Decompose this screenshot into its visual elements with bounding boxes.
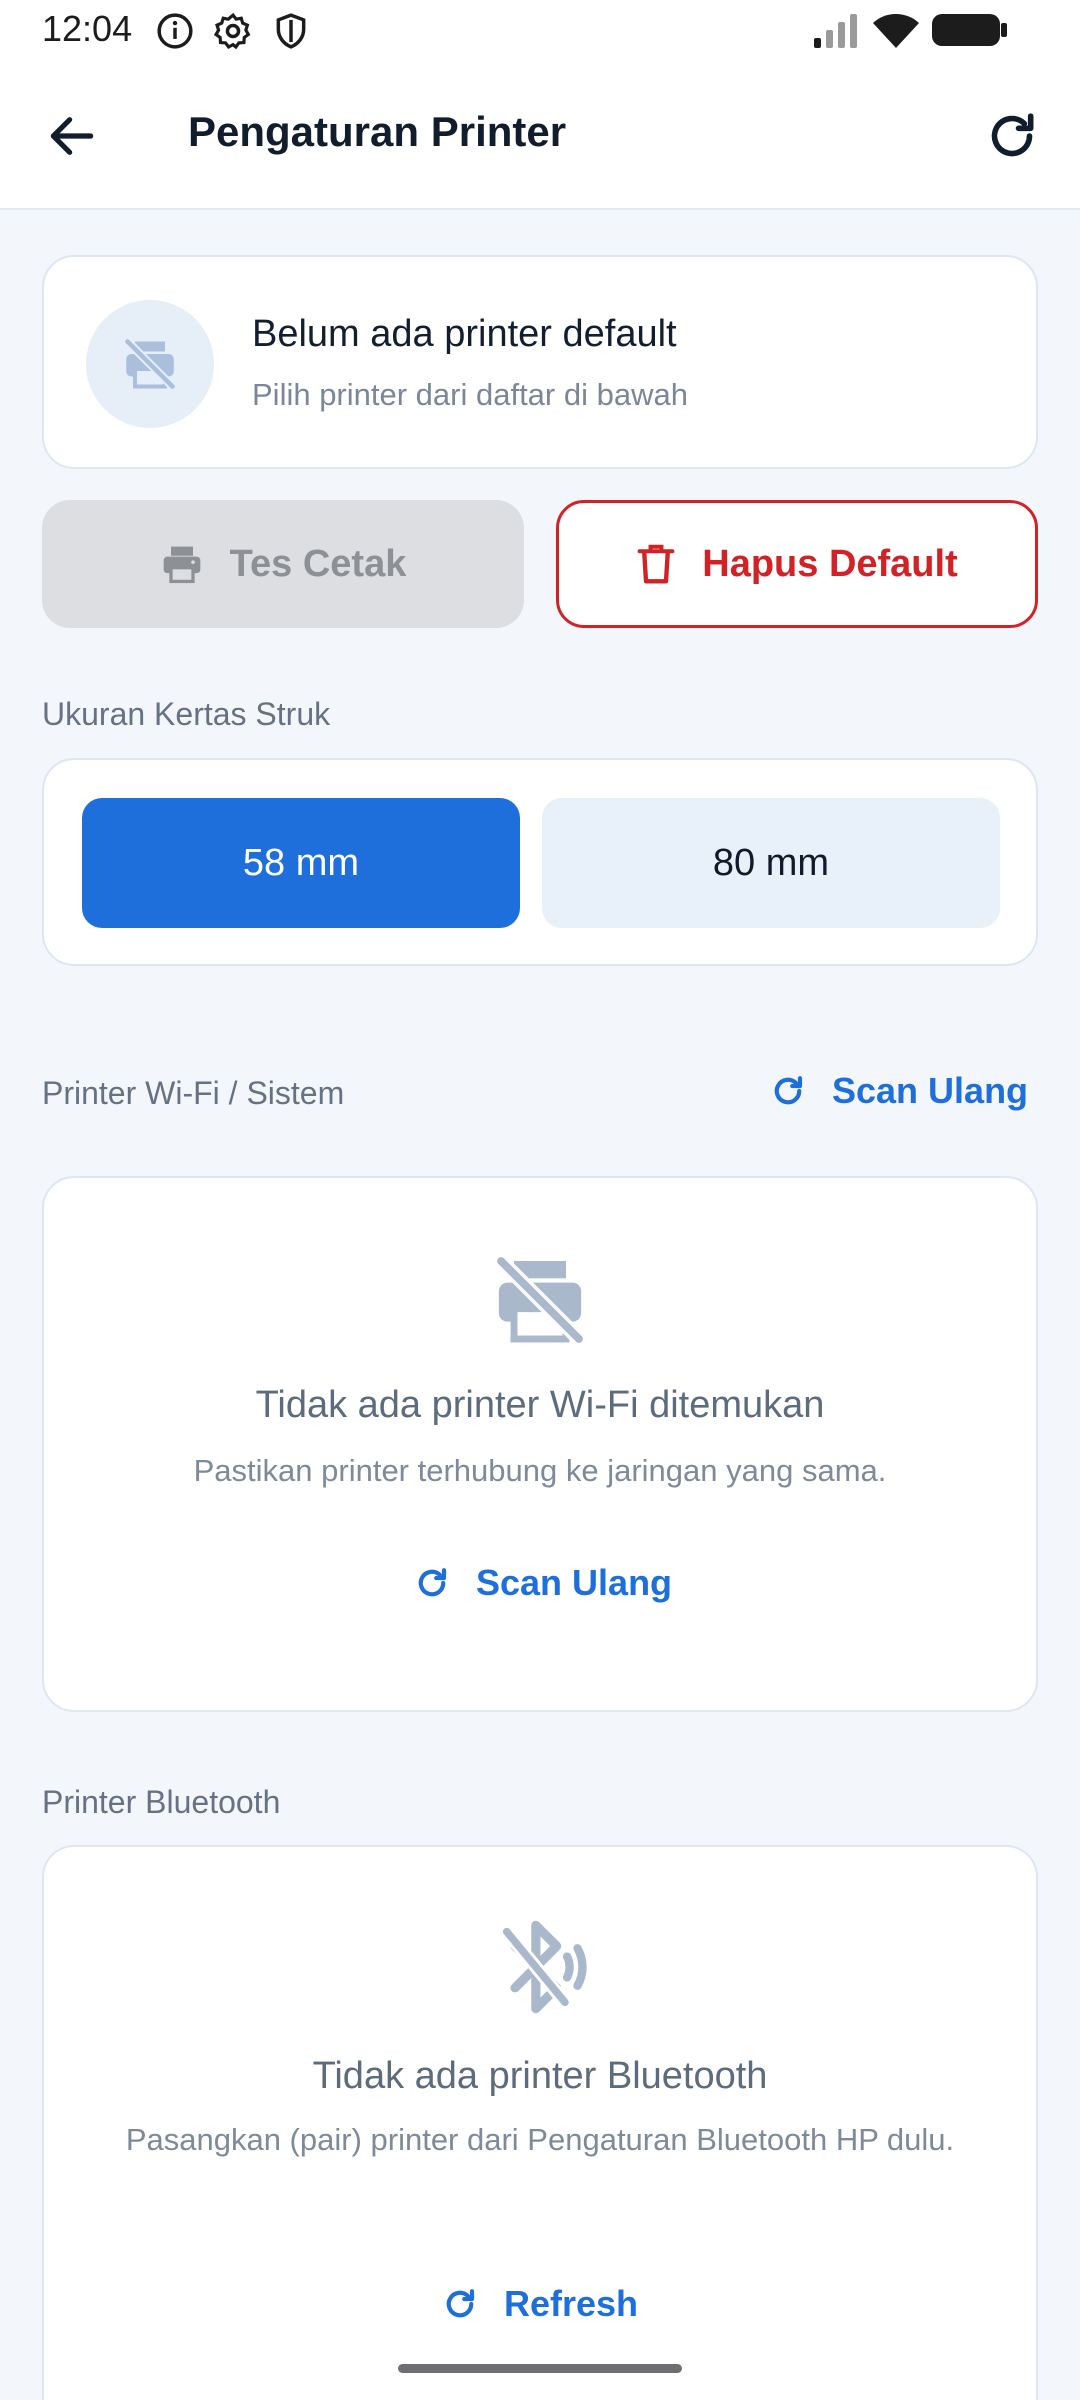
bluetooth-searching-off-icon [501,1920,587,2014]
page-title: Pengaturan Printer [188,108,567,155]
printer-off-icon [495,1255,585,1345]
bluetooth-empty-title: Tidak ada printer Bluetooth [312,2055,768,2097]
bluetooth-empty-subtitle: Pasangkan (pair) printer dari Pengaturan… [125,2122,955,2157]
refresh-icon [770,1073,806,1109]
wifi-empty-state: Tidak ada printer Wi-Fi ditemukan Pastik… [42,1176,1038,1712]
refresh-button[interactable] [984,108,1040,164]
signal-icon [812,10,862,50]
printer-icon [160,542,204,586]
wifi-empty-icon-wrap [44,1248,1036,1352]
paper-size-80mm-option[interactable]: 80 mm [542,798,1000,928]
bluetooth-empty-state: Tidak ada printer Bluetooth Pasangkan (p… [42,1845,1038,2400]
default-printer-card: Belum ada printer default Pilih printer … [42,255,1038,469]
default-printer-avatar [86,300,214,428]
wifi-empty-scan-button[interactable]: Scan Ulang [414,1562,672,1604]
wifi-scan-label: Scan Ulang [832,1070,1029,1111]
shield-icon [272,12,310,50]
battery-icon [932,12,1008,48]
bluetooth-empty-icon-wrap [44,1917,1036,2017]
info-icon [156,12,194,50]
remove-default-label: Hapus Default [702,542,958,585]
default-printer-title: Belum ada printer default [252,313,677,355]
default-printer-subtitle: Pilih printer dari daftar di bawah [252,377,688,412]
bluetooth-refresh-label: Refresh [504,2283,639,2324]
trash-icon [636,542,676,586]
test-print-label: Tes Cetak [229,542,407,585]
wifi-empty-title: Tidak ada printer Wi-Fi ditemukan [255,1384,825,1426]
bluetooth-section-label: Printer Bluetooth [42,1784,281,1820]
refresh-icon [414,1565,450,1601]
refresh-icon [991,113,1034,157]
settings-gear-icon [214,12,252,50]
bluetooth-refresh-button[interactable]: Refresh [442,2283,638,2325]
paper-size-58mm-option[interactable]: 58 mm [82,798,520,928]
wifi-scan-button[interactable]: Scan Ulang [770,1070,1028,1112]
wifi-empty-subtitle: Pastikan printer terhubung ke jaringan y… [193,1453,887,1488]
refresh-icon [442,2286,478,2322]
wifi-section-label: Printer Wi-Fi / Sistem [42,1075,345,1111]
back-button[interactable] [44,108,100,164]
app-bar: Pengaturan Printer [0,62,1080,210]
paper-size-selector: 58 mm 80 mm [42,758,1038,966]
wifi-icon [872,10,920,50]
home-indicator[interactable] [398,2364,682,2373]
printer-off-icon [124,338,176,390]
wifi-empty-scan-label: Scan Ulang [476,1562,673,1603]
remove-default-button[interactable]: Hapus Default [556,500,1038,628]
test-print-button[interactable]: Tes Cetak [42,500,524,628]
arrow-left-icon [50,117,94,155]
paper-size-label: Ukuran Kertas Struk [42,696,331,732]
status-time: 12:04 [42,8,133,49]
status-bar: 12:04 [0,0,1080,62]
